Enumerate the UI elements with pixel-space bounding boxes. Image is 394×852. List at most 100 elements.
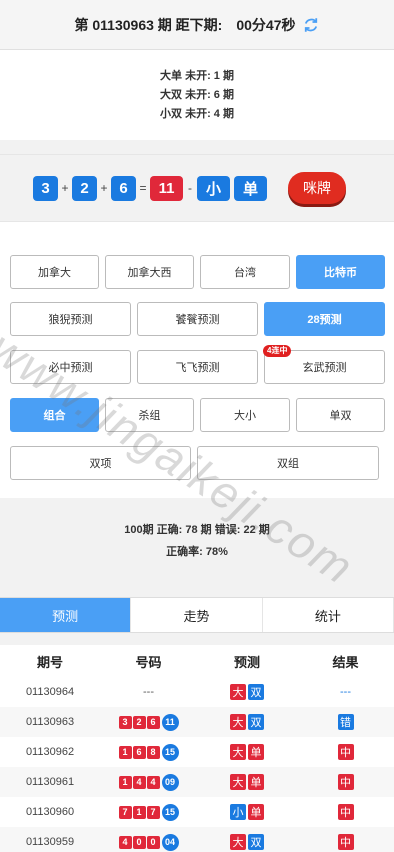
type-size[interactable]: 大小 bbox=[200, 398, 290, 432]
prediction-tag: 大 bbox=[230, 714, 246, 730]
sum-ball: 11 bbox=[161, 713, 179, 731]
header-numbers: 号码 bbox=[135, 654, 162, 670]
ball-2: 2 bbox=[72, 175, 97, 201]
number-ball: 1 bbox=[118, 775, 132, 789]
prediction-tags: 大单 bbox=[197, 744, 297, 760]
draw-numbers: 3 2 6 11 bbox=[100, 713, 197, 731]
type-double-group[interactable]: 双组 bbox=[197, 446, 379, 480]
number-ball: 6 bbox=[146, 715, 160, 729]
result-cell: --- bbox=[297, 686, 394, 698]
result-tag: 中 bbox=[337, 834, 354, 850]
prediction-tag: 双 bbox=[248, 834, 264, 850]
pending-numbers: --- bbox=[143, 686, 154, 698]
number-ball: 2 bbox=[132, 715, 146, 729]
number-ball: 3 bbox=[118, 715, 132, 729]
miss-line: 小双 未开: 4 期 bbox=[160, 107, 234, 120]
region-taiwan[interactable]: 台湾 bbox=[200, 255, 290, 289]
result-cell: 中 bbox=[297, 804, 394, 820]
prediction-tags: 大单 bbox=[197, 774, 297, 790]
table-row: 01130960 7 1 7 15 小单中 bbox=[0, 797, 394, 827]
sum-ball: 15 bbox=[161, 743, 179, 761]
result-cell: 中 bbox=[297, 744, 394, 760]
issue-number: 01130963 bbox=[25, 716, 75, 728]
type-combo[interactable]: 组合 bbox=[10, 398, 99, 432]
miss-stats: 大单 未开: 1 期 大双 未开: 6 期 小双 未开: 4 期 bbox=[0, 50, 394, 140]
type-parity[interactable]: 单双 bbox=[296, 398, 385, 432]
result-tag: 中 bbox=[337, 804, 354, 820]
number-ball: 4 bbox=[132, 775, 146, 789]
predictor-bizhong[interactable]: 必中预测 bbox=[10, 350, 131, 384]
issue-number: 01130964 bbox=[25, 686, 75, 698]
table-row: 01130961 1 4 4 09 大单中 bbox=[0, 767, 394, 797]
predictor-langni[interactable]: 狼猊预测 bbox=[10, 302, 131, 336]
number-ball: 7 bbox=[146, 805, 160, 819]
type-kill-combo[interactable]: 杀组 bbox=[105, 398, 194, 432]
region-canada[interactable]: 加拿大 bbox=[10, 255, 99, 289]
issue-number: 01130960 bbox=[25, 806, 75, 818]
sum-ball: 04 bbox=[161, 833, 179, 851]
prediction-table: 期号 号码 预测 结果 01130964 --- 大双 --- 01130963 3 2 6 1… bbox=[0, 645, 394, 852]
prediction-tag: 双 bbox=[248, 684, 264, 700]
result-pending: --- bbox=[340, 686, 351, 698]
number-ball: 0 bbox=[132, 835, 146, 849]
predictor-28[interactable]: 28预测 bbox=[264, 302, 385, 336]
region-canada-west[interactable]: 加拿大西 bbox=[105, 255, 194, 289]
number-ball: 4 bbox=[146, 775, 160, 789]
table-row: 01130964 --- 大双 --- bbox=[0, 677, 394, 707]
prediction-tag: 大 bbox=[230, 744, 246, 760]
result-tag: 中 bbox=[337, 744, 354, 760]
number-ball: 7 bbox=[118, 805, 132, 819]
number-ball: 4 bbox=[118, 835, 132, 849]
draw-result: 3 + 2 + 6 = 11 - 小 单 咪牌 bbox=[0, 154, 394, 222]
predictor-taotie[interactable]: 饕餮预测 bbox=[137, 302, 258, 336]
type-double-item[interactable]: 双项 bbox=[10, 446, 191, 480]
countdown: 00分47秒 bbox=[236, 16, 296, 33]
header-bar: 第 01130963 期 距下期: 00分47秒 bbox=[0, 0, 394, 50]
prediction-tag: 大 bbox=[230, 834, 246, 850]
number-ball: 6 bbox=[132, 745, 146, 759]
draw-numbers: 1 6 8 15 bbox=[100, 743, 197, 761]
header-issue: 期号 bbox=[36, 654, 63, 670]
region-bitcoin[interactable]: 比特币 bbox=[296, 255, 385, 289]
miss-line: 大双 未开: 6 期 bbox=[160, 88, 234, 101]
result-tag: 错 bbox=[337, 714, 354, 730]
refresh-icon[interactable] bbox=[302, 16, 320, 34]
streak-badge: 4连中 bbox=[263, 345, 292, 357]
prediction-tags: 大双 bbox=[197, 834, 297, 850]
draw-numbers: 4 0 0 04 bbox=[100, 833, 197, 851]
predictor-xuanwu[interactable]: 4连中 玄武预测 bbox=[263, 345, 385, 384]
table-row: 01130962 1 6 8 15 大单中 bbox=[0, 737, 394, 767]
sum-ball: 15 bbox=[161, 803, 179, 821]
result-tag: 中 bbox=[337, 774, 354, 790]
prediction-tag: 大 bbox=[230, 684, 246, 700]
parity-tag: 单 bbox=[234, 175, 267, 201]
table-row: 01130959 4 0 0 04 大双中 bbox=[0, 827, 394, 852]
number-ball: 1 bbox=[118, 745, 132, 759]
prediction-tag: 单 bbox=[248, 744, 264, 760]
table-header: 期号 号码 预测 结果 bbox=[0, 645, 394, 677]
table-row: 01130963 3 2 6 11 大双错 bbox=[0, 707, 394, 737]
bottom-tabs: 预测 走势 统计 bbox=[0, 597, 394, 633]
predictor-feifei[interactable]: 飞飞预测 bbox=[137, 350, 258, 384]
draw-numbers: 7 1 7 15 bbox=[100, 803, 197, 821]
prediction-tag: 小 bbox=[230, 804, 246, 820]
draw-numbers: 1 4 4 09 bbox=[100, 773, 197, 791]
tab-trend[interactable]: 走势 bbox=[131, 598, 263, 632]
miss-line: 大单 未开: 1 期 bbox=[160, 69, 234, 82]
prediction-tags: 大双 bbox=[197, 684, 297, 700]
header-prediction: 预测 bbox=[233, 654, 260, 670]
accuracy-line: 100期 正确: 78 期 错误: 22 期 bbox=[124, 524, 270, 536]
result-cell: 中 bbox=[297, 834, 394, 850]
plus-sign: + bbox=[100, 181, 108, 195]
issue-label: 第 01130963 期 距下期: bbox=[74, 16, 223, 33]
result-cell: 中 bbox=[297, 774, 394, 790]
dash-sign: - bbox=[188, 181, 192, 195]
equals-sign: = bbox=[139, 181, 147, 195]
tab-prediction[interactable]: 预测 bbox=[0, 598, 132, 632]
number-ball: 8 bbox=[146, 745, 160, 759]
predictor-xuanwu-label: 玄武预测 bbox=[302, 362, 347, 374]
tab-statistics[interactable]: 统计 bbox=[263, 598, 394, 632]
issue-number: 01130959 bbox=[25, 836, 75, 848]
size-tag: 小 bbox=[197, 175, 230, 201]
mipai-button[interactable]: 咪牌 bbox=[288, 172, 346, 204]
